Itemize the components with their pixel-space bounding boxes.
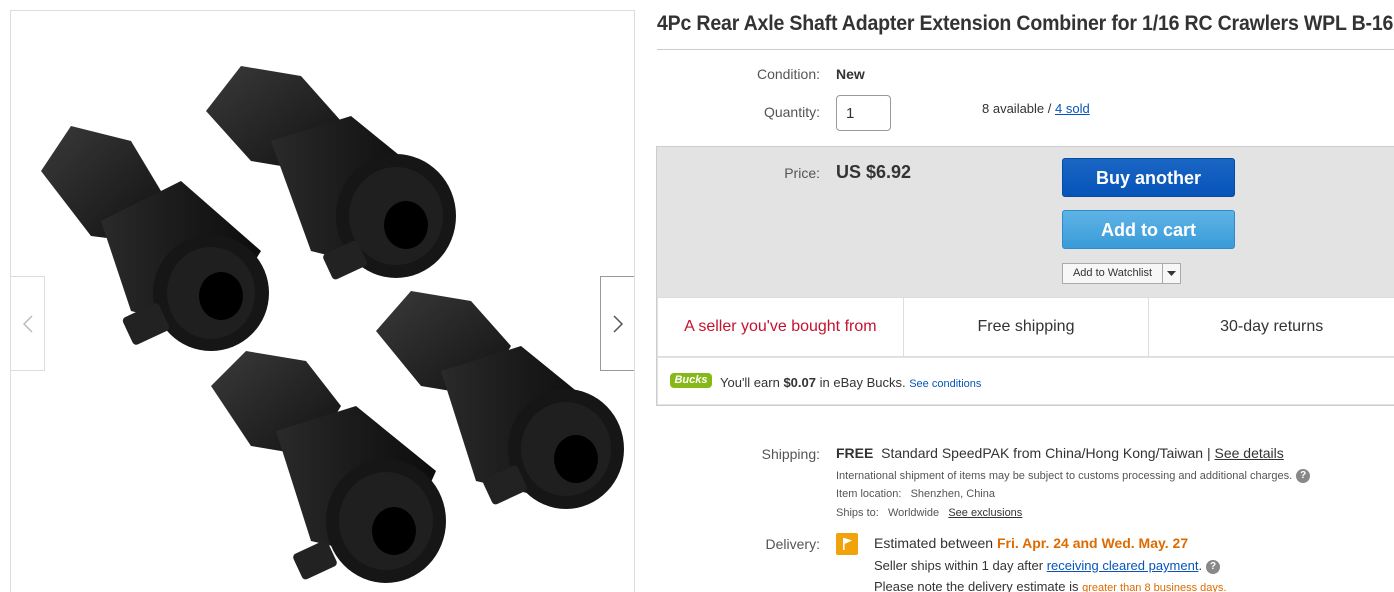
bucks-earn-prefix: You'll earn: [720, 375, 784, 390]
condition-label: Condition:: [756, 66, 820, 82]
price-label: Price:: [784, 165, 820, 181]
see-details-link[interactable]: See details: [1214, 445, 1283, 461]
title-divider: [657, 49, 1394, 50]
help-icon[interactable]: ?: [1206, 559, 1221, 574]
caret-down-icon: [1166, 270, 1176, 276]
intl-shipping-note: International shipment of items may be s…: [836, 469, 1311, 483]
delivery-dates: Fri. Apr. 24 and Wed. May. 27: [996, 535, 1189, 551]
flag-icon: [843, 538, 852, 550]
feature-returns: 30-day returns: [1220, 318, 1324, 335]
price-value: US $6.92: [836, 162, 912, 182]
item-location: Item location: Shenzhen, China: [836, 488, 995, 500]
product-image-gallery[interactable]: [10, 10, 635, 592]
gallery-prev-button[interactable]: [11, 276, 45, 371]
gallery-next-button[interactable]: [600, 276, 634, 371]
help-icon[interactable]: ?: [1296, 469, 1311, 483]
adapter-part-3: [211, 351, 446, 583]
quantity-label: Quantity:: [763, 104, 820, 120]
adapter-part-1: [41, 126, 269, 351]
ships-to-label: Ships to:: [836, 507, 879, 519]
item-location-value: Shenzhen, China: [910, 488, 995, 500]
add-to-cart-button[interactable]: Add to cart: [1062, 210, 1235, 249]
delivery-note: Please note the delivery estimate is gre…: [874, 579, 1226, 592]
buy-another-button[interactable]: Buy another: [1062, 158, 1235, 197]
bucks-earn-suffix: in eBay Bucks.: [816, 375, 910, 390]
quantity-input[interactable]: [836, 95, 891, 131]
ships-to: Ships to: Worldwide See exclusions: [836, 507, 1022, 519]
delivery-label: Delivery:: [765, 536, 820, 552]
feature-seller-bought-from: A seller you've bought from: [658, 298, 904, 356]
sold-count-link[interactable]: 4 sold: [1055, 101, 1090, 116]
listing-title: 4Pc Rear Axle Shaft Adapter Extension Co…: [657, 12, 1394, 35]
shipping-label: Shipping:: [761, 446, 820, 462]
ships-to-value: Worldwide: [887, 507, 940, 519]
availability-separator: /: [1044, 101, 1055, 116]
ebay-bucks-text: You'll earn $0.07 in eBay Bucks. See con…: [720, 375, 981, 390]
available-count: 8 available: [982, 101, 1045, 116]
availability-text: 8 available / 4 sold: [982, 101, 1090, 116]
chevron-left-icon: [22, 314, 33, 333]
condition-value: New: [836, 66, 865, 82]
ships-prefix: Seller ships within 1 day after: [874, 558, 1047, 573]
delivery-estimate: Estimated between Fri. Apr. 24 and Wed. …: [874, 535, 1188, 551]
delivery-note-prefix: Please note the delivery estimate is: [874, 579, 1083, 592]
chevron-right-icon: [612, 314, 623, 333]
shipping-value: FREE Standard SpeedPAK from China/Hong K…: [836, 445, 1284, 461]
cleared-payment-link[interactable]: receiving cleared payment: [1047, 558, 1199, 573]
product-image: [41, 66, 624, 583]
watchlist-dropdown-button[interactable]: [1162, 264, 1180, 283]
shipping-method: Standard SpeedPAK from China/Hong Kong/T…: [881, 445, 1215, 461]
bucks-amount: $0.07: [783, 375, 816, 390]
watchlist-control: Add to Watchlist: [1062, 263, 1181, 284]
ebay-bucks-row: Bucks You'll earn $0.07 in eBay Bucks. S…: [658, 358, 1394, 404]
ships-suffix: .: [1198, 558, 1203, 573]
intl-note-text: International shipment of items may be s…: [836, 469, 1293, 482]
ebay-bucks-logo: Bucks: [670, 373, 712, 388]
feature-strip: A seller you've bought from Free shippin…: [658, 297, 1394, 357]
delivery-flag-icon: [836, 533, 858, 555]
feature-free-shipping: Free shipping: [904, 298, 1150, 356]
shipping-free: FREE: [836, 445, 874, 461]
delivery-note-highlight: greater than 8 business days.: [1082, 582, 1227, 592]
add-to-watchlist-button[interactable]: Add to Watchlist: [1063, 264, 1163, 283]
item-location-label: Item location:: [836, 488, 902, 500]
delivery-estimate-prefix: Estimated between: [874, 535, 997, 551]
see-conditions-link[interactable]: See conditions: [909, 378, 981, 390]
seller-ships-note: Seller ships within 1 day after receivin…: [874, 558, 1221, 574]
see-exclusions-link[interactable]: See exclusions: [948, 507, 1022, 519]
